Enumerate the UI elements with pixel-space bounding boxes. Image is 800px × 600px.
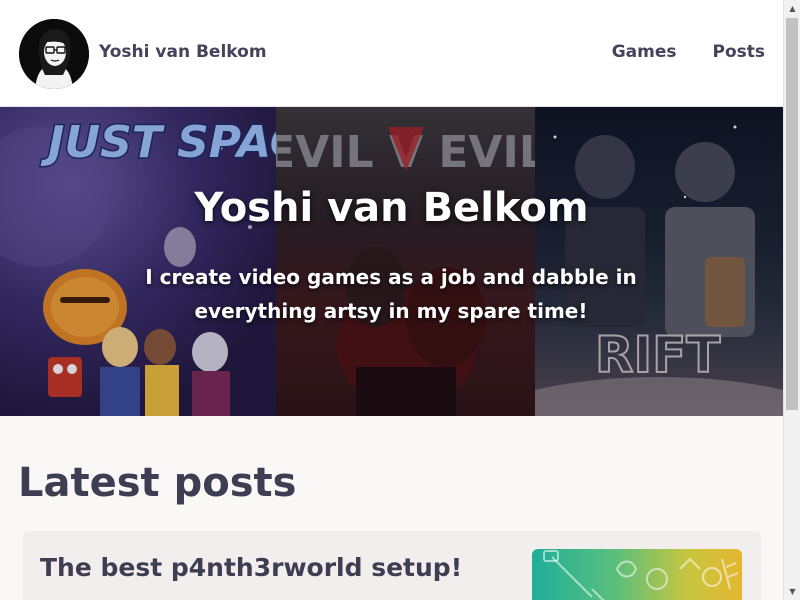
avatar[interactable]	[19, 19, 89, 89]
hero-title: Yoshi van Belkom	[194, 185, 589, 231]
post-title[interactable]: The best p4nth3rworld setup!	[40, 553, 462, 582]
hero-subtitle: I create video games as a job and dabble…	[145, 265, 637, 323]
scroll-down-arrow-icon[interactable]: ▼	[784, 583, 800, 600]
post-thumbnail[interactable]	[532, 549, 742, 600]
nav-link-games[interactable]: Games	[612, 42, 677, 62]
main-content: Latest posts The best p4nth3rworld setup…	[0, 416, 783, 600]
main-nav: Games Posts	[612, 42, 765, 62]
latest-posts-heading: Latest posts	[18, 460, 297, 506]
garden-tools-illustration	[543, 550, 739, 600]
hero-banner: JUST SPACE EVIL V EVIL	[0, 107, 783, 416]
scrollbar[interactable]: ▲ ▼	[783, 0, 800, 600]
scrollbar-thumb[interactable]	[786, 18, 798, 410]
post-card[interactable]: The best p4nth3rworld setup!	[23, 531, 761, 600]
site-header: Yoshi van Belkom Games Posts	[0, 0, 783, 107]
nav-link-posts[interactable]: Posts	[712, 42, 765, 62]
site-name[interactable]: Yoshi van Belkom	[99, 42, 267, 62]
scroll-up-arrow-icon[interactable]: ▲	[784, 0, 800, 17]
avatar-portrait-image	[19, 19, 89, 89]
